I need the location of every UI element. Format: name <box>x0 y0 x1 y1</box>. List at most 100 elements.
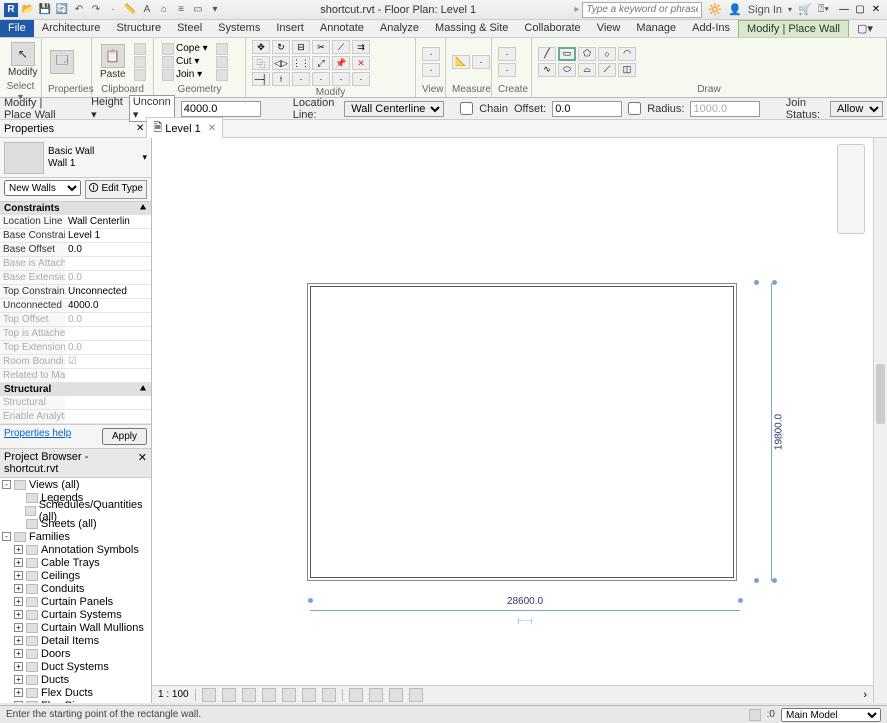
tab-file[interactable]: File <box>0 20 34 37</box>
paste-button[interactable]: 📋Paste <box>98 42 128 82</box>
tab-modify-place-wall[interactable]: Modify | Place Wall <box>738 20 849 37</box>
help-icon[interactable]: ⍰▾ <box>818 3 829 16</box>
property-row[interactable]: Base ConstraintLevel 1 <box>0 229 151 243</box>
draw-circle[interactable]: ○ <box>598 47 616 61</box>
text-icon[interactable]: A <box>140 3 154 17</box>
unpin-tool[interactable]: · <box>292 72 310 86</box>
detail-level-icon[interactable] <box>202 688 216 702</box>
tab-addins[interactable]: Add-Ins <box>684 20 738 37</box>
switch-window-icon[interactable]: ▾ <box>208 3 222 17</box>
mirror-tool[interactable]: ◁▷ <box>272 56 290 70</box>
properties-help-link[interactable]: Properties help <box>4 428 71 445</box>
view-a[interactable]: · <box>422 47 440 61</box>
tab-annotate[interactable]: Annotate <box>312 20 372 37</box>
property-row[interactable]: Base Extensio...0.0 <box>0 271 151 285</box>
tree-item[interactable]: +Cable Trays <box>0 556 151 569</box>
expand-icon[interactable]: + <box>14 584 23 593</box>
shadows-icon[interactable] <box>262 688 276 702</box>
expand-icon[interactable]: + <box>14 662 23 671</box>
tree-item[interactable]: +Doors <box>0 647 151 660</box>
misc-tool-b[interactable]: · <box>332 72 350 86</box>
drawing-canvas[interactable]: 28600.0 ⊢⊣ 19800.0 ⊤ <box>152 138 873 703</box>
tab-massing[interactable]: Massing & Site <box>427 20 516 37</box>
tree-item[interactable]: +Flex Pipes <box>0 699 151 703</box>
expand-icon[interactable]: + <box>14 571 23 580</box>
tree-item[interactable]: +Annotation Symbols <box>0 543 151 556</box>
browser-close-icon[interactable]: ✕ <box>138 451 147 475</box>
tree-item[interactable]: +Flex Ducts <box>0 686 151 699</box>
split-tool[interactable]: ⟋ <box>332 40 350 54</box>
extend-tool[interactable]: ─┤ <box>252 72 270 86</box>
radius-input[interactable] <box>690 101 760 117</box>
property-row[interactable]: Unconnected ...4000.0 <box>0 299 151 313</box>
select-links-icon[interactable] <box>749 709 761 721</box>
open-icon[interactable]: 📂 <box>21 3 35 17</box>
property-row[interactable]: Base is Attach... <box>0 257 151 271</box>
create-b[interactable]: · <box>498 63 516 77</box>
offset-tool[interactable]: ⇉ <box>352 40 370 54</box>
draw-polygon[interactable]: ⬠ <box>578 47 596 61</box>
instance-filter-select[interactable]: New Walls <box>4 180 81 196</box>
height-input[interactable] <box>181 101 261 117</box>
edit-type-button[interactable]: 🛈 Edit Type <box>85 180 148 199</box>
join-status-select[interactable]: Allow <box>830 101 883 117</box>
expand-icon[interactable]: + <box>14 688 23 697</box>
property-row[interactable]: Base Offset0.0 <box>0 243 151 257</box>
dimension-horizontal[interactable]: 28600.0 ⊢⊣ <box>310 596 740 626</box>
control-point-br3[interactable] <box>772 578 777 583</box>
property-row[interactable]: Top Extension...0.0 <box>0 341 151 355</box>
property-row[interactable]: Structural <box>0 396 151 410</box>
sign-in-icon[interactable]: 👤 <box>728 3 742 16</box>
geom-c[interactable] <box>214 69 230 81</box>
expand-icon[interactable]: - <box>2 480 11 489</box>
reveal-hidden-icon[interactable] <box>369 688 383 702</box>
sun-path-icon[interactable] <box>242 688 256 702</box>
cut-geom-button[interactable]: Cut ▾ <box>160 56 210 68</box>
property-row[interactable]: Related to Mass <box>0 369 151 383</box>
modify-tool-button[interactable]: ↖Modify <box>6 40 39 80</box>
tab-view[interactable]: View <box>589 20 629 37</box>
rotate-tool[interactable]: ↻ <box>272 40 290 54</box>
maximize-button[interactable]: ▢ <box>853 3 867 17</box>
tab-analyze[interactable]: Analyze <box>372 20 427 37</box>
misc-tool-a[interactable]: · <box>312 72 330 86</box>
hscroll-right-icon[interactable]: › <box>863 689 867 701</box>
cut-clipboard-button[interactable] <box>132 43 148 55</box>
workset-select[interactable]: Main Model <box>781 708 881 722</box>
control-point-br2[interactable] <box>738 598 743 603</box>
view-tab-level1[interactable]: 🗎 Level 1 ✕ <box>146 117 223 140</box>
property-row[interactable]: Top ConstraintUnconnected <box>0 285 151 299</box>
exchange-icon[interactable]: 🛒 <box>798 3 812 16</box>
constraints-category[interactable]: Constraints⯅ <box>0 202 151 215</box>
tree-item[interactable]: +Ducts <box>0 673 151 686</box>
structural-category[interactable]: Structural⯅ <box>0 383 151 396</box>
align-tool[interactable]: ⊟ <box>292 40 310 54</box>
copy-tool[interactable]: ⿻ <box>252 56 270 70</box>
scale-tool[interactable]: ⤢ <box>312 56 330 70</box>
close-inactive-icon[interactable]: ▭ <box>191 3 205 17</box>
visual-style-icon[interactable] <box>222 688 236 702</box>
draw-pick-face[interactable]: ◫ <box>618 63 636 77</box>
draw-pick-lines[interactable]: ⟋ <box>598 63 616 77</box>
tab-architecture[interactable]: Architecture <box>34 20 109 37</box>
minimize-button[interactable]: — <box>837 3 851 17</box>
trim-tool[interactable]: ✂ <box>312 40 330 54</box>
tree-item[interactable]: +Duct Systems <box>0 660 151 673</box>
tree-item[interactable]: +Curtain Wall Mullions <box>0 621 151 634</box>
print-icon[interactable]: · <box>106 3 120 17</box>
home-icon[interactable]: ⌂ <box>157 3 171 17</box>
expand-icon[interactable]: + <box>14 610 23 619</box>
expand-icon[interactable]: + <box>14 558 23 567</box>
sync-icon[interactable]: 🔄 <box>55 3 69 17</box>
scale-button[interactable]: 1 : 100 <box>158 689 189 700</box>
view-b[interactable]: · <box>422 63 440 77</box>
properties-close-icon[interactable]: ✕ <box>136 123 144 134</box>
measure-icon[interactable]: 📏 <box>123 3 137 17</box>
location-line-select[interactable]: Wall Centerline <box>344 101 444 117</box>
crop-view-icon[interactable] <box>282 688 296 702</box>
type-selector[interactable]: Basic WallWall 1 ▾ <box>0 138 151 178</box>
cope-button[interactable]: Cope ▾ <box>160 43 210 55</box>
tree-item[interactable]: +Conduits <box>0 582 151 595</box>
array-tool[interactable]: ⋮⋮ <box>292 56 310 70</box>
expand-icon[interactable]: + <box>14 545 23 554</box>
